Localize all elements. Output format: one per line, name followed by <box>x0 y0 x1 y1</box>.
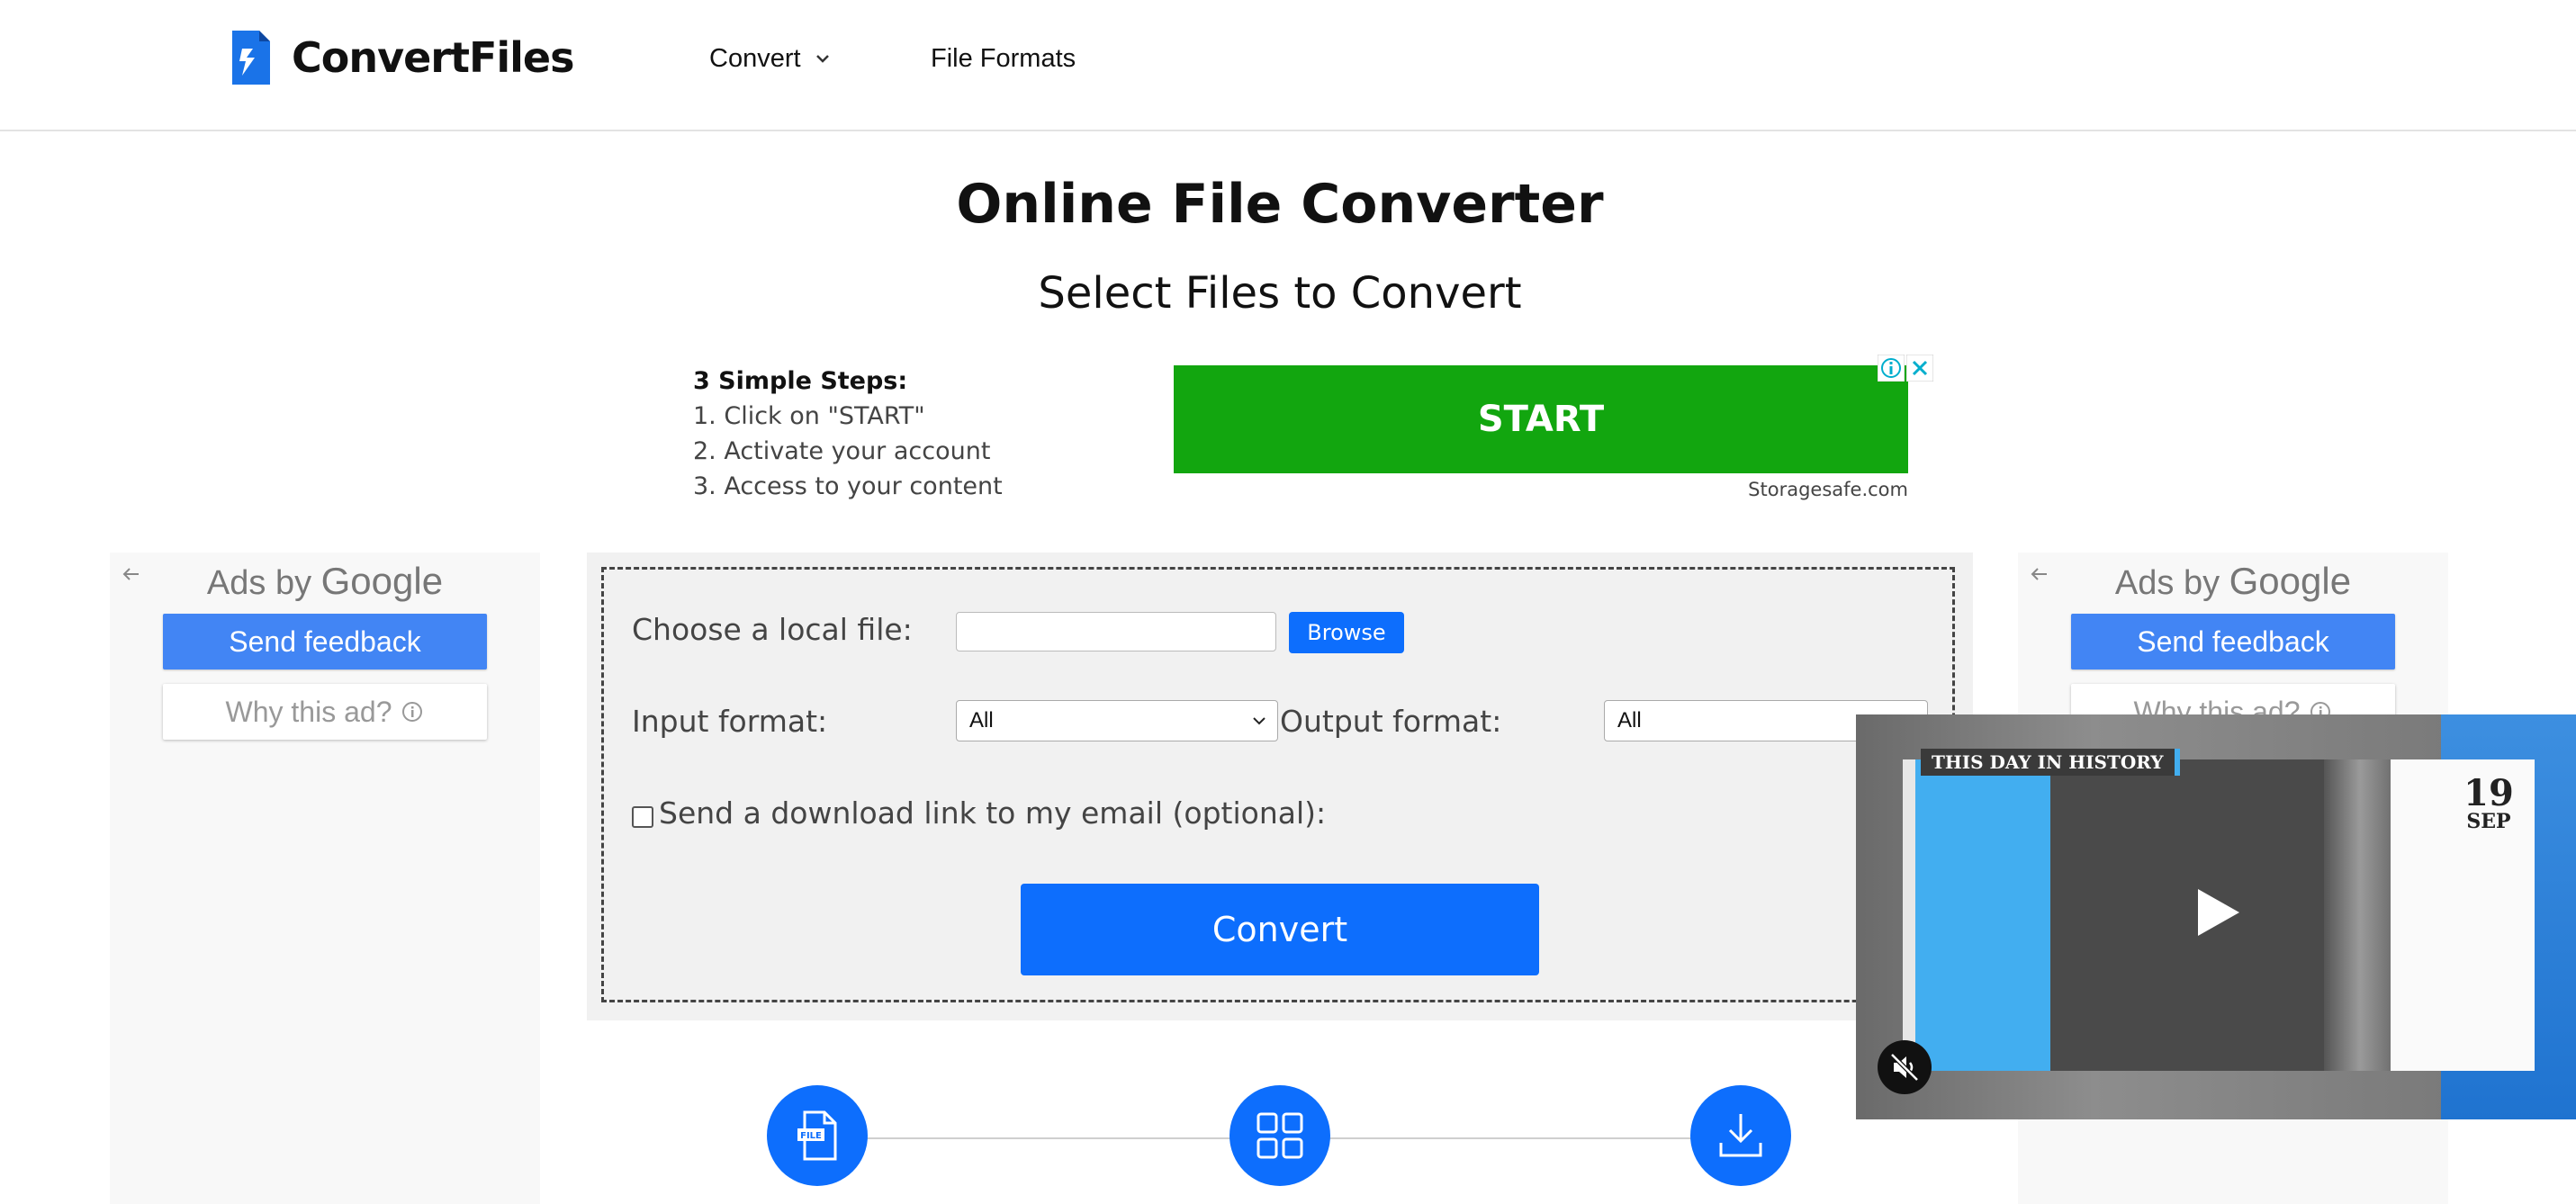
logo-text: ConvertFiles <box>292 33 575 82</box>
browse-button[interactable]: Browse <box>1289 612 1404 653</box>
floating-video-player[interactable]: THIS DAY IN HISTORY 19 SEP <box>1856 714 2576 1119</box>
ad-start-button[interactable]: START <box>1174 365 1908 473</box>
site-header: ConvertFiles Convert File Formats <box>0 0 2576 131</box>
email-link-checkbox[interactable] <box>632 806 653 828</box>
svg-text:FILE: FILE <box>800 1131 822 1141</box>
send-feedback-button[interactable]: Send feedback <box>163 614 487 669</box>
why-this-ad-button[interactable]: Why this ad? <box>163 684 487 740</box>
nav-file-formats-label: File Formats <box>931 43 1076 73</box>
site-logo[interactable]: ConvertFiles <box>227 25 587 90</box>
nav-convert-label: Convert <box>709 43 801 73</box>
video-card-photo <box>2324 759 2396 1071</box>
chevron-down-icon <box>1253 717 1265 725</box>
ads-by-google: Ads by Google <box>2114 560 2352 602</box>
ad-steps: 3 Simple Steps: 1. Click on "START" 2. A… <box>693 364 1143 504</box>
step-upload: FILE <box>767 1085 868 1186</box>
ad-domain: Storagesafe.com <box>1748 479 1908 500</box>
page-subtitle: Select Files to Convert <box>1038 268 1522 319</box>
input-format-value: All <box>969 708 994 732</box>
choose-file-label: Choose a local file: <box>632 612 913 647</box>
muted-speaker-icon <box>1890 1053 1919 1082</box>
ad-step: 3. Access to your content <box>693 472 1003 500</box>
mute-button[interactable] <box>1878 1040 1932 1094</box>
video-tag: THIS DAY IN HISTORY <box>1921 749 2180 776</box>
email-link-label: Send a download link to my email (option… <box>659 795 1327 831</box>
page-title: Online File Converter <box>956 173 1604 236</box>
download-icon <box>1719 1114 1762 1157</box>
ad-close-icon[interactable] <box>1906 355 1933 382</box>
info-icon <box>402 702 423 722</box>
ad-info-icon[interactable] <box>1878 355 1905 382</box>
nav-file-formats[interactable]: File Formats <box>931 36 1076 81</box>
why-this-ad-label: Why this ad? <box>225 695 392 728</box>
output-format-value: All <box>1617 708 1642 732</box>
ad-step: 2. Activate your account <box>693 437 991 465</box>
output-format-label: Output format: <box>1280 704 1502 739</box>
step-download <box>1690 1085 1791 1186</box>
input-format-label: Input format: <box>632 704 828 739</box>
video-day: 19 <box>2463 772 2514 814</box>
logo-icon <box>232 31 270 85</box>
file-path-input[interactable] <box>956 612 1276 651</box>
file-icon: FILE <box>797 1110 837 1161</box>
step-select-format <box>1229 1085 1330 1186</box>
ad-step: 1. Click on "START" <box>693 402 925 430</box>
input-format-select[interactable]: All <box>956 700 1278 741</box>
convert-button[interactable]: Convert <box>1021 884 1539 975</box>
chevron-down-icon <box>815 55 829 63</box>
video-card-blue <box>1915 759 2050 1071</box>
video-month: SEP <box>2466 810 2511 833</box>
ad-steps-title: 3 Simple Steps: <box>693 367 908 395</box>
play-icon[interactable] <box>2189 885 2243 939</box>
ads-by-google: Ads by Google <box>206 560 444 602</box>
send-feedback-button[interactable]: Send feedback <box>2071 614 2395 669</box>
nav-convert[interactable]: Convert <box>709 36 832 81</box>
grid-icon <box>1256 1112 1303 1159</box>
side-ad-left: Ads by Google Send feedback Why this ad? <box>110 553 540 1204</box>
